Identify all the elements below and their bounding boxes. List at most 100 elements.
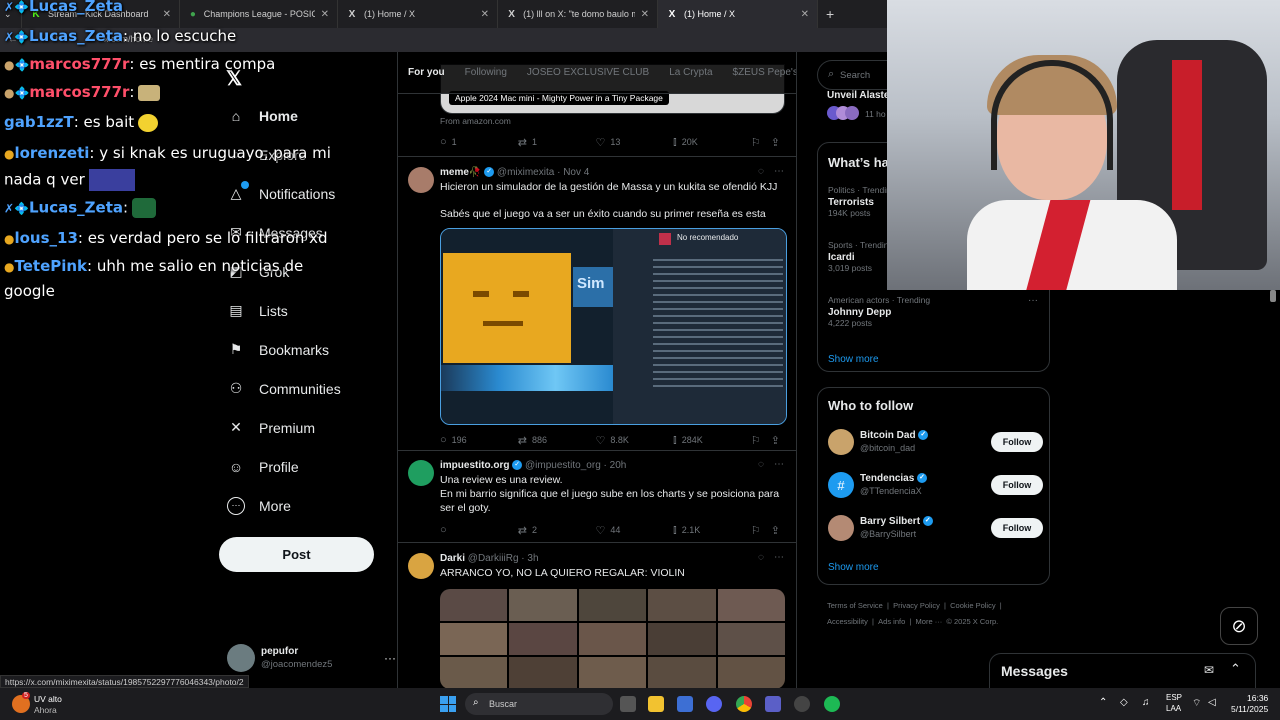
- grok-icon[interactable]: ◌: [758, 166, 764, 177]
- account-switcher[interactable]: pepufor @joacomendez5 ···: [227, 642, 396, 674]
- author-name[interactable]: impuestito.org: [440, 460, 509, 471]
- nav-communities[interactable]: ⚇ Communities: [219, 369, 397, 408]
- chrome-icon[interactable]: [736, 696, 752, 712]
- tab-following[interactable]: Following: [455, 67, 517, 78]
- tweet[interactable]: meme🥀 ✓ @miximexita · Nov 4 ◌ ⋯ Hicieron…: [398, 157, 796, 451]
- tweet[interactable]: impuestito.org ✓ @impuestito_org · 20h ◌…: [398, 451, 796, 543]
- nav-premium[interactable]: ✕ Premium: [219, 408, 397, 447]
- author-name[interactable]: Darki: [440, 553, 465, 564]
- author-handle[interactable]: @DarkiiiRg: [468, 553, 519, 564]
- close-icon[interactable]: ✕: [635, 9, 649, 20]
- settings-icon[interactable]: [794, 696, 810, 712]
- like-button[interactable]: ♡ 13: [595, 136, 673, 149]
- grok-floating-button[interactable]: ⊘: [1220, 607, 1258, 645]
- task-view-icon[interactable]: [620, 696, 636, 712]
- bookmark-button[interactable]: ⚐: [751, 524, 771, 537]
- nav-more[interactable]: ⋯ More: [219, 486, 397, 525]
- follow-suggestion[interactable]: Barry Silbert ✓ @BarrySilbert Follow: [828, 512, 1043, 544]
- views-button[interactable]: ⫾ 284K: [673, 434, 751, 447]
- tab-for-you[interactable]: For you: [398, 67, 455, 78]
- views-button[interactable]: ⫾ 20K: [673, 136, 751, 149]
- follow-suggestion[interactable]: Bitcoin Dad ✓ @bitcoin_dad Follow: [828, 426, 1043, 458]
- tweet-media[interactable]: Sim No recomendado: [440, 228, 787, 425]
- follow-button[interactable]: Follow: [991, 432, 1043, 452]
- messages-drawer[interactable]: Messages ✉ ⌃: [989, 653, 1256, 688]
- grok-icon[interactable]: ◌: [758, 552, 764, 563]
- nav-profile[interactable]: ☺ Profile: [219, 447, 397, 486]
- expand-icon[interactable]: ⌃: [1230, 661, 1241, 677]
- tab-x-post[interactable]: X (1) lll on X: "te domo baulo mo ✕: [498, 0, 658, 28]
- store-icon[interactable]: [677, 696, 693, 712]
- new-tab-button[interactable]: +: [818, 0, 848, 28]
- close-icon[interactable]: ✕: [157, 9, 171, 20]
- footer-link[interactable]: More ···: [916, 617, 943, 626]
- tweet-media-grid[interactable]: [440, 589, 785, 688]
- author-handle[interactable]: @miximexita: [497, 167, 554, 178]
- file-explorer-icon[interactable]: [648, 696, 664, 712]
- footer-link[interactable]: Accessibility: [827, 617, 868, 626]
- network-icon[interactable]: ◇: [1120, 697, 1128, 708]
- footer-link[interactable]: Terms of Service: [827, 601, 883, 610]
- tab-zeus-pepes[interactable]: $ZEUS Pepe's: [723, 67, 796, 78]
- clock-time[interactable]: 16:36: [1247, 693, 1268, 703]
- follow-button[interactable]: Follow: [991, 475, 1043, 495]
- nav-bookmarks[interactable]: ⚑ Bookmarks: [219, 330, 397, 369]
- more-icon[interactable]: ⋯: [774, 166, 784, 177]
- bookmark-button[interactable]: ⚐: [751, 434, 771, 447]
- avatar[interactable]: [828, 429, 854, 455]
- compose-message-icon[interactable]: ✉: [1204, 663, 1214, 677]
- more-icon[interactable]: ⋯: [774, 459, 784, 470]
- close-icon[interactable]: ✕: [795, 9, 809, 20]
- tab-home-x-active[interactable]: X (1) Home / X ✕: [658, 0, 818, 28]
- repost-button[interactable]: ⇄ 1: [518, 136, 596, 149]
- reply-button[interactable]: ○ 1: [440, 136, 518, 148]
- weather-label[interactable]: UV alto: [34, 694, 62, 704]
- share-button[interactable]: ⇪: [771, 524, 785, 537]
- author-handle[interactable]: @impuestito_org: [525, 460, 601, 471]
- spotify-icon[interactable]: [824, 696, 840, 712]
- ad-source[interactable]: From amazon.com: [440, 116, 511, 126]
- post-button[interactable]: Post: [219, 537, 374, 572]
- share-button[interactable]: ⇪: [771, 434, 785, 447]
- like-button[interactable]: ♡ 44: [595, 524, 673, 537]
- more-icon[interactable]: ···: [1028, 295, 1038, 306]
- follow-button[interactable]: Follow: [991, 518, 1043, 538]
- teams-icon[interactable]: [765, 696, 781, 712]
- tab-home-x[interactable]: X (1) Home / X ✕: [338, 0, 498, 28]
- clock-date[interactable]: 5/11/2025: [1231, 704, 1268, 714]
- reply-button[interactable]: ○ 196: [440, 434, 518, 446]
- tweet-time[interactable]: · Nov 4: [557, 167, 589, 178]
- scrollbar-thumb[interactable]: [1270, 290, 1276, 302]
- nav-lists[interactable]: ▤ Lists: [219, 291, 397, 330]
- avatar[interactable]: [408, 553, 434, 579]
- more-icon[interactable]: ⋯: [774, 552, 784, 563]
- tweet-time[interactable]: · 20h: [604, 460, 627, 471]
- tweet[interactable]: Darki @DarkiiiRg · 3h ◌ ⋯ ARRANCO YO, NO…: [398, 543, 796, 688]
- footer-link[interactable]: Privacy Policy: [893, 601, 940, 610]
- lang-top[interactable]: ESP: [1166, 693, 1182, 702]
- share-button[interactable]: ⇪: [771, 136, 785, 149]
- mic-icon[interactable]: ♫: [1142, 697, 1150, 708]
- like-button[interactable]: ♡ 8.8K: [595, 434, 673, 447]
- follow-suggestion[interactable]: # Tendencias ✓ @TTendenciaX Follow: [828, 469, 1043, 501]
- taskbar-search[interactable]: ⌕ Buscar: [465, 693, 613, 715]
- grok-icon[interactable]: ◌: [758, 459, 764, 470]
- trend-item[interactable]: American actors · Trending Johnny Depp 4…: [828, 295, 1038, 328]
- chevron-up-icon[interactable]: ⌃: [1099, 697, 1107, 708]
- show-more-link[interactable]: Show more: [828, 354, 879, 365]
- nav-home[interactable]: ⌂ Home: [219, 96, 397, 135]
- lang-bottom[interactable]: LAA: [1166, 704, 1181, 713]
- avatar[interactable]: [828, 515, 854, 541]
- live-label[interactable]: Unveil Alaste: [827, 90, 889, 101]
- wifi-icon[interactable]: ⌔: [1192, 697, 1201, 710]
- hashtag-icon[interactable]: #: [828, 472, 854, 498]
- tab-joseo-club[interactable]: JOSEO EXCLUSIVE CLUB: [517, 67, 659, 78]
- footer-link[interactable]: Cookie Policy: [950, 601, 995, 610]
- nav-notifications[interactable]: △ Notifications: [219, 174, 397, 213]
- volume-icon[interactable]: ◁: [1208, 697, 1216, 708]
- close-icon[interactable]: ✕: [475, 9, 489, 20]
- discord-icon[interactable]: [706, 696, 722, 712]
- avatar[interactable]: [408, 167, 434, 193]
- close-icon[interactable]: ✕: [315, 9, 329, 20]
- avatar[interactable]: [408, 460, 434, 486]
